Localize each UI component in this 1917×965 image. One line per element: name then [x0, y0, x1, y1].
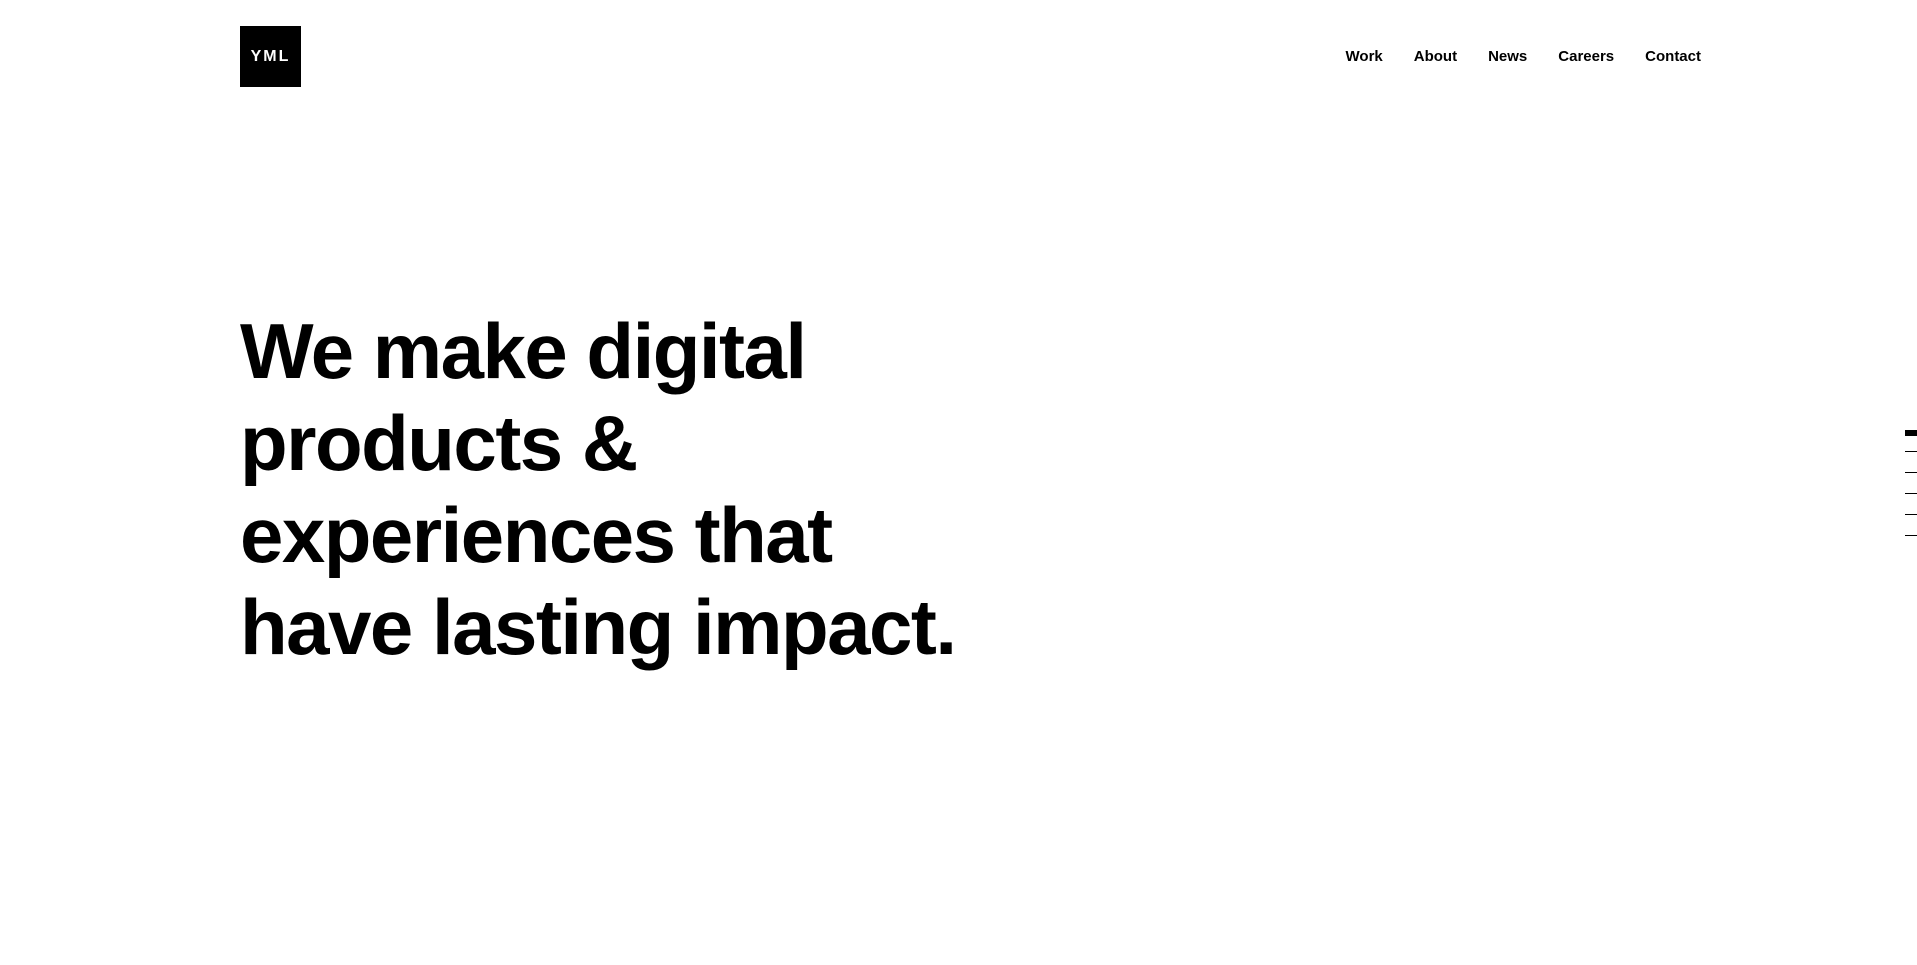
hero-headline: We make digital products & experiences t…	[240, 305, 1000, 673]
page: YML Work About News Careers Contact We m…	[0, 0, 1917, 965]
hero-line: have lasting impact.	[240, 583, 957, 671]
nav-item-contact[interactable]: Contact	[1645, 47, 1701, 67]
section-indicator-tick[interactable]	[1905, 493, 1917, 494]
nav-item-about[interactable]: About	[1414, 47, 1457, 67]
hero-line: experiences that	[240, 491, 833, 579]
section-indicator-tick[interactable]	[1905, 472, 1917, 473]
hero-line: We make digital	[240, 307, 807, 395]
hero-line: products &	[240, 399, 638, 487]
logo[interactable]: YML	[240, 26, 301, 87]
main-nav: Work About News Careers Contact	[1346, 47, 1701, 67]
nav-item-work[interactable]: Work	[1346, 47, 1383, 67]
nav-item-careers[interactable]: Careers	[1558, 47, 1614, 67]
section-indicator-tick-active[interactable]	[1905, 430, 1917, 436]
section-indicator-tick[interactable]	[1905, 535, 1917, 536]
section-indicator-tick[interactable]	[1905, 514, 1917, 515]
nav-item-news[interactable]: News	[1488, 47, 1527, 67]
section-indicator-tick[interactable]	[1905, 451, 1917, 452]
section-indicator	[1905, 430, 1917, 545]
